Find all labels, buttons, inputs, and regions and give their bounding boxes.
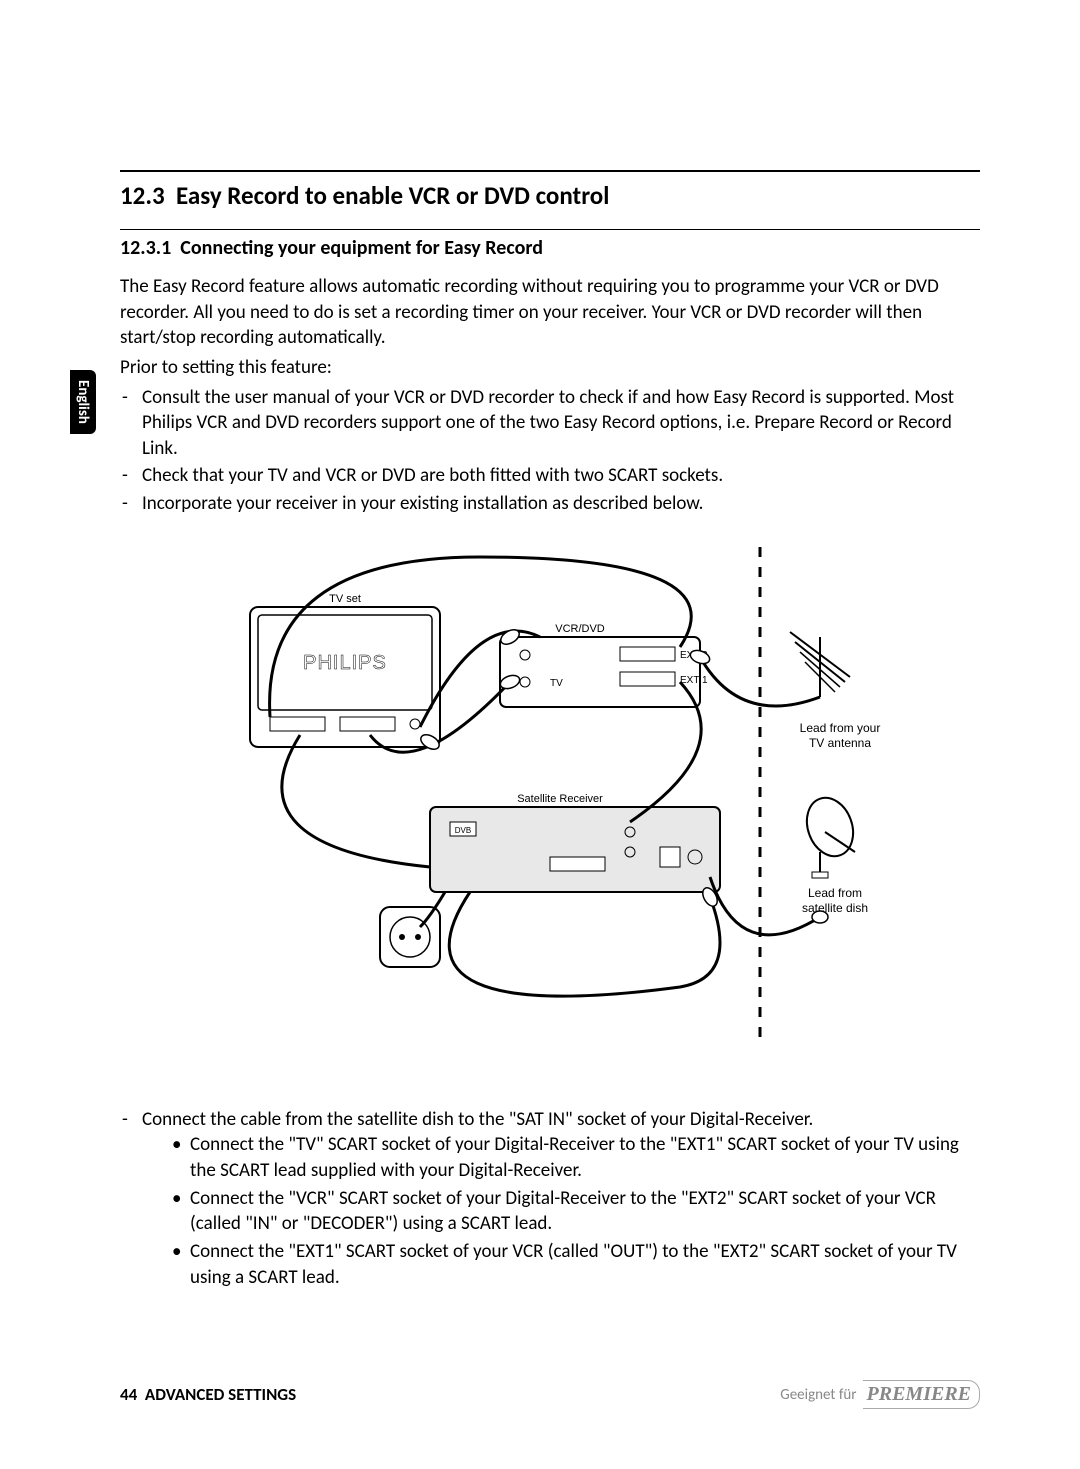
subsection-title: Connecting your equipment for Easy Recor… xyxy=(180,236,543,260)
list-item: Incorporate your receiver in your existi… xyxy=(120,491,980,517)
connection-diagram: TV set PHILIPS VCR/DVD TV EXT 2 EXT 1 Le… xyxy=(180,547,920,1077)
step-text: Connect the cable from the satellite dis… xyxy=(142,1108,813,1131)
footer-title: ADVANCED SETTINGS xyxy=(145,1384,296,1405)
language-tab: English xyxy=(70,370,96,434)
page-number: 44 xyxy=(120,1384,137,1405)
antenna-icon xyxy=(790,632,850,697)
prerequisite-list: Consult the user manual of your VCR or D… xyxy=(120,385,980,517)
label-dvb: DVB xyxy=(455,826,471,835)
satellite-dish-icon xyxy=(799,791,861,878)
label-philips: PHILIPS xyxy=(303,652,387,674)
intro-paragraph-2: Prior to setting this feature: xyxy=(120,355,980,381)
subsection-heading: 12.3.1 Connecting your equipment for Eas… xyxy=(120,236,980,260)
list-item: Connect the cable from the satellite dis… xyxy=(120,1107,980,1290)
list-item: Consult the user manual of your VCR or D… xyxy=(120,385,980,462)
intro-paragraph-1: The Easy Record feature allows automatic… xyxy=(120,274,980,351)
subsection-number: 12.3.1 xyxy=(120,236,171,260)
label-antenna-2: TV antenna xyxy=(809,736,871,750)
connection-steps: Connect the cable from the satellite dis… xyxy=(120,1107,980,1290)
section-heading: 12.3 Easy Record to enable VCR or DVD co… xyxy=(120,180,980,211)
list-item: Connect the "EXT1" SCART socket of your … xyxy=(172,1239,980,1290)
rule-top xyxy=(120,170,980,172)
label-antenna-1: Lead from your xyxy=(800,721,881,735)
list-item: Connect the "TV" SCART socket of your Di… xyxy=(172,1132,980,1183)
premiere-logo: PREMIERE xyxy=(863,1380,980,1409)
label-dish-1: Lead from xyxy=(808,886,862,900)
label-tv-set: TV set xyxy=(329,593,361,605)
label-vcr-dvd: VCR/DVD xyxy=(555,623,605,635)
label-tv-port: TV xyxy=(550,678,563,689)
page-footer: 44 ADVANCED SETTINGS Geeignet für PREMIE… xyxy=(120,1380,980,1409)
section-number: 12.3 xyxy=(120,180,165,211)
label-sat-receiver: Satellite Receiver xyxy=(517,793,603,805)
list-item: Connect the "VCR" SCART socket of your D… xyxy=(172,1186,980,1237)
list-item: Check that your TV and VCR or DVD are bo… xyxy=(120,463,980,489)
footer-tagline: Geeignet für xyxy=(780,1386,856,1404)
rule-sub xyxy=(120,229,980,230)
label-dish-2: satellite dish xyxy=(802,901,868,915)
section-title: Easy Record to enable VCR or DVD control xyxy=(176,180,609,211)
label-ext1: EXT 1 xyxy=(680,675,708,686)
